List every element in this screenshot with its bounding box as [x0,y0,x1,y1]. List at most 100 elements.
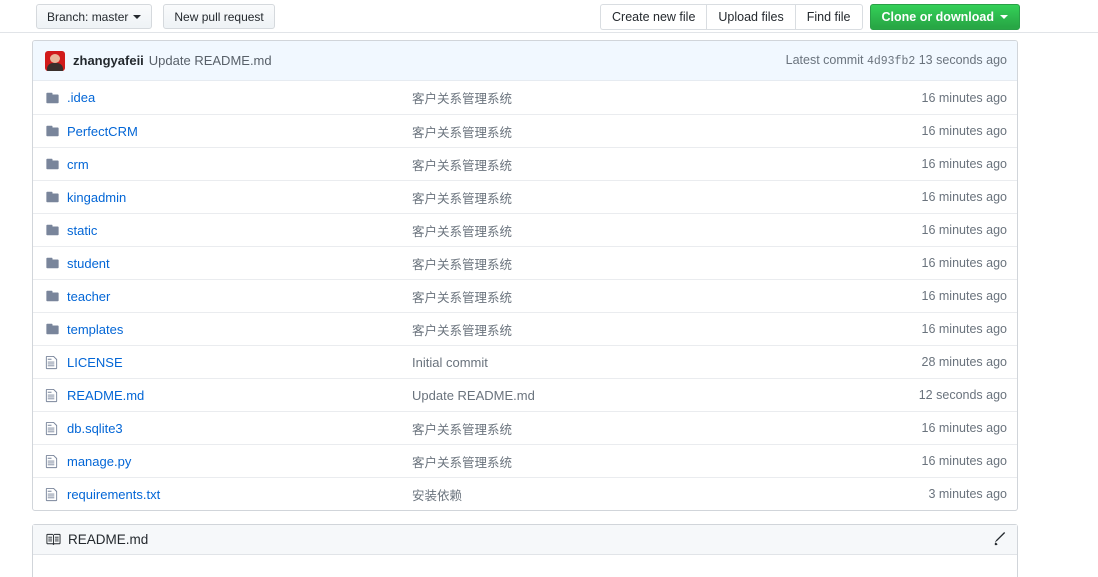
upload-files-button[interactable]: Upload files [706,4,795,30]
upload-files-label: Upload files [718,10,784,24]
table-row[interactable]: db.sqlite3 客户关系管理系统 16 minutes ago [33,411,1017,444]
file-link[interactable]: teacher [67,289,110,304]
folder-icon [45,190,67,204]
branch-selector-button[interactable]: Branch: master [36,4,153,29]
file-name-cell: teacher [67,289,412,304]
commit-message-cell[interactable]: 客户关系管理系统 [412,122,882,141]
commit-age-cell: 12 seconds ago [918,388,1007,402]
repo-actions: Create new file Upload files Find file C… [600,4,1020,30]
file-link[interactable]: kingadmin [67,190,126,205]
commit-message-cell[interactable]: 客户关系管理系统 [412,155,882,174]
file-link[interactable]: .idea [67,90,95,105]
commit-message-cell[interactable]: 客户关系管理系统 [412,188,882,207]
commit-message[interactable]: Update README.md [149,53,272,68]
commit-message-cell[interactable]: Update README.md [412,388,882,403]
commit-age-cell: 3 minutes ago [928,487,1007,501]
pencil-icon[interactable] [992,532,1007,547]
file-name-cell: db.sqlite3 [67,421,412,436]
commit-message-cell[interactable]: 客户关系管理系统 [412,221,882,240]
commit-age-cell: 16 minutes ago [921,421,1007,435]
table-row[interactable]: requirements.txt 安装依赖 3 minutes ago [33,477,1017,510]
commit-age-cell: 16 minutes ago [921,256,1007,270]
file-link[interactable]: static [67,223,97,238]
folder-icon [45,289,67,303]
latest-commit-label: Latest commit [785,53,864,67]
new-pull-request-button[interactable]: New pull request [163,4,275,29]
table-row[interactable]: manage.py 客户关系管理系统 16 minutes ago [33,444,1017,477]
commit-age-cell: 16 minutes ago [921,190,1007,204]
file-name-cell: kingadmin [67,190,412,205]
create-new-file-label: Create new file [612,10,696,24]
branch-actions: Branch: master New pull request [36,4,275,29]
avatar [45,50,65,71]
chevron-down-icon [133,14,142,19]
file-link[interactable]: README.md [67,388,144,403]
table-row[interactable]: teacher 客户关系管理系统 16 minutes ago [33,279,1017,312]
file-rows: .idea 客户关系管理系统 16 minutes ago PerfectCRM… [33,81,1017,510]
folder-icon [45,223,67,237]
file-link[interactable]: requirements.txt [67,487,160,502]
table-row[interactable]: static 客户关系管理系统 16 minutes ago [33,213,1017,246]
commit-age: 13 seconds ago [918,53,1007,67]
find-file-button[interactable]: Find file [794,4,863,30]
readme-title: README.md [68,532,149,547]
commit-age-cell: 16 minutes ago [921,90,1007,105]
file-icon [45,454,67,469]
file-icon [45,487,67,502]
commit-age-cell: 16 minutes ago [921,124,1007,138]
file-name-cell: manage.py [67,454,412,469]
table-row[interactable]: crm 客户关系管理系统 16 minutes ago [33,147,1017,180]
commit-message-cell[interactable]: 客户关系管理系统 [412,320,882,339]
file-name-cell: .idea [67,90,412,105]
latest-commit-info: Latest commit 4d93fb2 13 seconds ago [786,53,1007,68]
commit-message-cell[interactable]: 客户关系管理系统 [412,88,882,107]
commit-message-cell[interactable]: 客户关系管理系统 [412,419,882,438]
table-row[interactable]: LICENSE Initial commit 28 minutes ago [33,345,1017,378]
find-file-label: Find file [806,10,851,24]
create-new-file-button[interactable]: Create new file [600,4,707,30]
commit-age-cell: 16 minutes ago [921,157,1007,171]
clone-or-download-label: Clone or download [881,10,995,24]
branch-selector-label: Branch: master [47,9,129,24]
file-icon [45,388,67,403]
table-row[interactable]: kingadmin 客户关系管理系统 16 minutes ago [33,180,1017,213]
file-name-cell: README.md [67,388,412,403]
file-link[interactable]: db.sqlite3 [67,421,123,436]
table-row[interactable]: templates 客户关系管理系统 16 minutes ago [33,312,1017,345]
file-name-cell: templates [67,322,412,337]
commit-author[interactable]: zhangyafeii [73,53,144,68]
commit-message-cell[interactable]: 客户关系管理系统 [412,254,882,273]
commit-age-cell: 16 minutes ago [921,322,1007,336]
table-row[interactable]: student 客户关系管理系统 16 minutes ago [33,246,1017,279]
commit-message-cell[interactable]: Initial commit [412,355,882,370]
file-name-cell: crm [67,157,412,172]
table-row[interactable]: PerfectCRM 客户关系管理系统 16 minutes ago [33,114,1017,147]
folder-icon [45,124,67,138]
latest-commit-bar: zhangyafeii Update README.md Latest comm… [33,41,1017,81]
commit-message-cell[interactable]: 客户关系管理系统 [412,287,882,306]
file-name-cell: static [67,223,412,238]
table-row[interactable]: README.md Update README.md 12 seconds ag… [33,378,1017,411]
book-icon [45,532,61,547]
readme-header: README.md [33,525,1017,555]
file-link[interactable]: PerfectCRM [67,124,138,139]
commit-message-cell[interactable]: 客户关系管理系统 [412,452,882,471]
file-link[interactable]: manage.py [67,454,131,469]
file-link[interactable]: templates [67,322,123,337]
clone-or-download-button[interactable]: Clone or download [869,4,1020,30]
file-link[interactable]: LICENSE [67,355,123,370]
file-link[interactable]: crm [67,157,89,172]
repo-toolbar: Branch: master New pull request Create n… [0,0,1098,33]
file-name-cell: LICENSE [67,355,412,370]
commit-age-cell: 16 minutes ago [921,223,1007,237]
table-row[interactable]: .idea 客户关系管理系统 16 minutes ago [33,81,1017,114]
readme-panel: README.md [32,524,1018,577]
folder-icon [45,322,67,336]
commit-age-cell: 28 minutes ago [921,355,1007,369]
commit-age-cell: 16 minutes ago [921,454,1007,468]
commit-sha[interactable]: 4d93fb2 [867,55,915,68]
commit-message-cell[interactable]: 安装依赖 [412,485,882,504]
folder-icon [45,157,67,171]
file-link[interactable]: student [67,256,110,271]
file-name-cell: PerfectCRM [67,124,412,139]
